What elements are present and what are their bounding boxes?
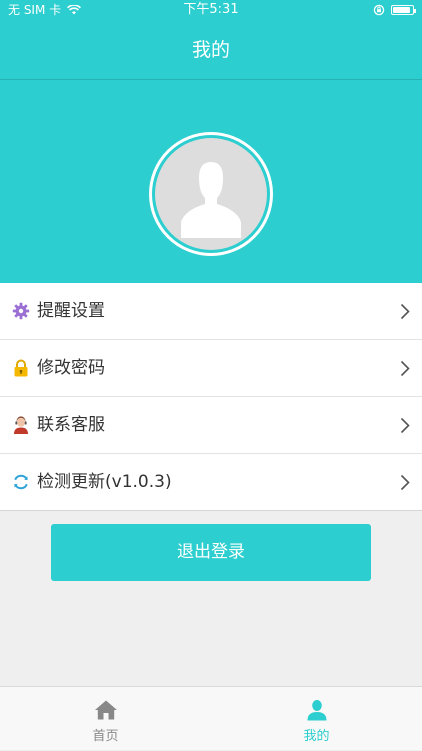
- logout-button[interactable]: 退出登录: [51, 524, 371, 581]
- status-bar: 无 SIM 卡 下午5:31: [0, 0, 422, 20]
- menu-item-contact-support[interactable]: 联系客服: [0, 397, 422, 454]
- person-silhouette-icon: [181, 162, 241, 238]
- battery-icon: [391, 5, 416, 15]
- gear-icon: [12, 302, 30, 320]
- settings-menu: 提醒设置 修改密码 联系客服 检测更新(v1.0.3): [0, 283, 422, 511]
- tab-mine[interactable]: 我的: [211, 687, 422, 751]
- tab-home[interactable]: 首页: [0, 687, 211, 751]
- tab-label: 我的: [303, 729, 330, 744]
- tab-bar: 首页 我的: [0, 686, 422, 750]
- chevron-right-icon: [400, 360, 410, 377]
- chevron-right-icon: [400, 417, 410, 434]
- menu-item-reminder-settings[interactable]: 提醒设置: [0, 283, 422, 340]
- status-time: 下午5:31: [183, 2, 239, 17]
- menu-item-change-password[interactable]: 修改密码: [0, 340, 422, 397]
- tab-label: 首页: [92, 729, 119, 744]
- battery-fill: [393, 7, 411, 13]
- profile-header: [0, 80, 422, 283]
- menu-item-label: 检测更新(v1.0.3): [37, 472, 172, 492]
- lock-icon: [14, 359, 28, 377]
- avatar-placeholder: [155, 138, 267, 250]
- user-icon: [307, 700, 327, 721]
- menu-item-check-update[interactable]: 检测更新(v1.0.3): [0, 454, 422, 511]
- status-right: [373, 0, 416, 20]
- menu-item-label: 修改密码: [37, 358, 105, 378]
- page-title: 我的: [191, 39, 230, 61]
- nav-bar: 我的: [0, 20, 422, 80]
- menu-item-label: 联系客服: [37, 415, 105, 435]
- customer-service-icon: [14, 416, 28, 434]
- chevron-right-icon: [400, 303, 410, 320]
- menu-item-label: 提醒设置: [37, 301, 105, 321]
- rotation-lock-icon: [373, 4, 385, 16]
- chevron-right-icon: [400, 474, 410, 491]
- refresh-icon: [14, 474, 28, 490]
- avatar[interactable]: [149, 132, 273, 256]
- home-icon: [95, 700, 117, 720]
